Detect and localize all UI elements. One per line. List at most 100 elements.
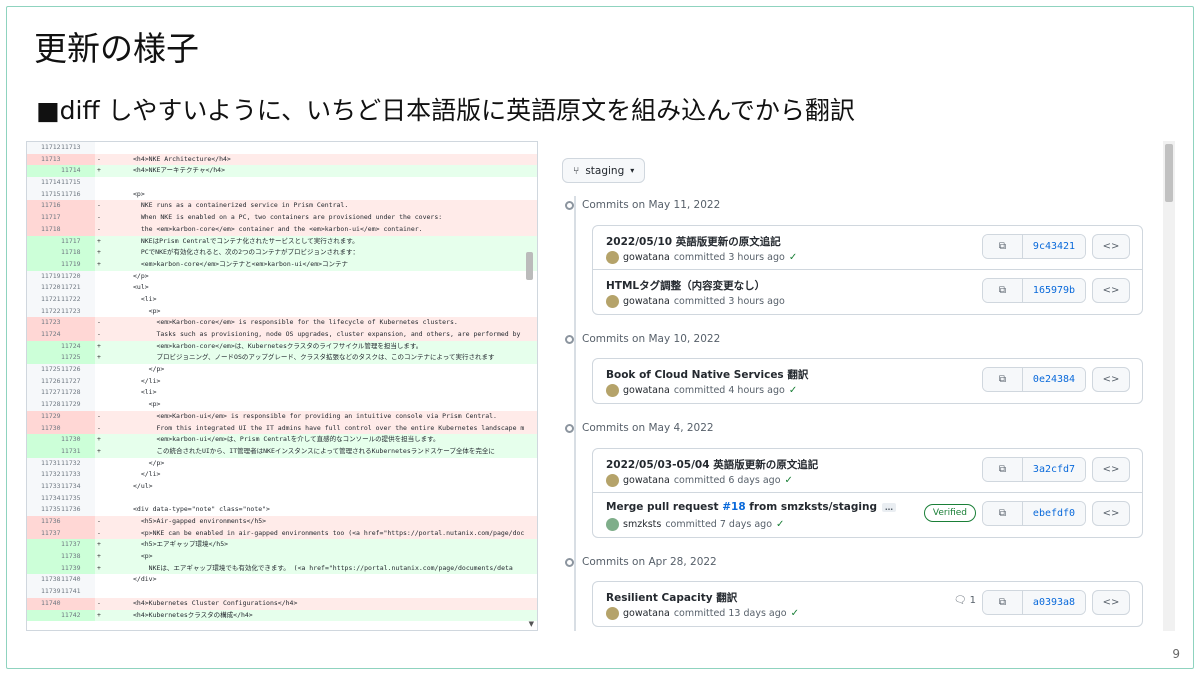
check-icon[interactable]: ✓ [791,608,799,619]
old-line-number: 11737 [27,527,61,540]
commit-item: 2022/05/10 英語版更新の原文追記 gowatana committed… [593,226,1142,270]
copy-sha-icon[interactable]: ⧉ [983,368,1023,391]
old-line-number: 11714 [27,177,61,189]
commit-sha-link[interactable]: 3a2cfd7 [1023,458,1085,481]
commit-actions: ⧉ 3a2cfd7 <> [982,457,1130,482]
old-line-number: 11722 [27,305,61,318]
commit-message[interactable]: 2022/05/10 英語版更新の原文追記 [606,234,781,249]
commit-meta: gowatana committed 4 hours ago ✓ [606,384,797,397]
commit-message[interactable]: Resilient Capacity 翻訳 [606,590,737,605]
avatar[interactable] [606,384,619,397]
diff-code: the <em>karbon-core</em> container and t… [133,224,423,233]
new-line-number [61,410,95,423]
diff-line: 11713 - <h4>NKE Architecture</h4> [27,153,537,166]
old-line-number: 11724 [27,329,61,341]
copy-sha-icon[interactable]: ⧉ [983,235,1023,258]
scrollbar-track[interactable] [1163,141,1175,631]
check-icon[interactable]: ✓ [776,519,784,530]
browse-files-icon[interactable]: <> [1092,367,1130,392]
commit-author[interactable]: gowatana [623,475,670,486]
commit-item: Resilient Capacity 翻訳 gowatana committed… [593,582,1142,626]
commit-group-heading: Commits on Apr 28, 2022 [565,556,717,568]
old-line-number: 11739 [27,586,61,598]
old-line-number: 11719 [27,270,61,283]
comment-count[interactable]: 🗨 1 [954,595,976,615]
avatar[interactable] [606,295,619,308]
browse-files-icon[interactable]: <> [1092,590,1130,615]
diff-code: <h4>Kubernetes Cluster Configurations</h… [133,598,298,607]
commit-sha-link[interactable]: 9c43421 [1023,235,1085,258]
commit-list: 2022/05/03-05/04 英語版更新の原文追記 gowatana com… [592,448,1143,538]
commit-sha-link[interactable]: 165979b [1023,279,1085,302]
check-icon[interactable]: ✓ [789,252,797,263]
commit-author[interactable]: smzksts [623,519,661,530]
commit-message[interactable]: HTMLタグ調整（内容変更なし） [606,278,765,293]
copy-sha-icon[interactable]: ⧉ [983,279,1023,302]
avatar[interactable] [606,474,619,487]
diff-code: When NKE is enabled on a PC, two contain… [133,213,443,222]
commit-dot-icon [565,423,574,433]
diff-code: <h4>NKEアーキテクチャ</h4> [133,166,226,175]
pull-request-link[interactable]: #18 [722,501,745,513]
commit-group-heading: Commits on May 4, 2022 [565,422,714,434]
diff-scrollbar-thumb[interactable] [526,252,533,280]
old-line-number [27,258,61,271]
browse-files-icon[interactable]: <> [1092,234,1130,259]
old-line-number [27,340,61,353]
diff-line: 11734 11735 [27,492,537,505]
sha-button-group: ⧉ a0393a8 [982,590,1086,615]
slide-bullet: ■diff しやすいように、いちど日本語版に英語原文を組み込んでから翻訳 [36,96,855,125]
commit-author[interactable]: gowatana [623,296,670,307]
expand-message-button[interactable]: … [881,502,896,512]
browse-files-icon[interactable]: <> [1092,457,1130,482]
commit-message[interactable]: Book of Cloud Native Services 翻訳 [606,367,808,382]
commit-list: Book of Cloud Native Services 翻訳 gowatan… [592,358,1143,404]
scroll-down-arrow-icon[interactable]: ▼ [529,620,534,628]
diff-sign: - [97,201,101,210]
copy-sha-icon[interactable]: ⧉ [983,458,1023,481]
commit-author[interactable]: gowatana [623,608,670,619]
diff-code: </p> [133,458,165,467]
check-icon[interactable]: ✓ [785,475,793,486]
browse-files-icon[interactable]: <> [1092,501,1130,526]
new-line-number: 11736 [61,504,95,516]
browse-files-icon[interactable]: <> [1092,278,1130,303]
copy-sha-icon[interactable]: ⧉ [983,502,1023,525]
commit-author[interactable]: gowatana [623,252,670,263]
avatar[interactable] [606,518,619,531]
verified-badge[interactable]: Verified [923,504,976,522]
diff-code: NKEはPrism Centralでコンテナ化されたサービスとして実行されます。 [133,236,359,245]
commit-sha-link[interactable]: ebefdf0 [1023,502,1085,525]
avatar[interactable] [606,607,619,620]
commit-author[interactable]: gowatana [623,385,670,396]
diff-sign: - [97,213,101,222]
commit-message[interactable]: Merge pull request #18 from smzksts/stag… [606,501,896,513]
diff-sign [95,142,109,154]
diff-sign: - [97,330,101,338]
diff-line: 11716 - NKE runs as a containerized servi… [27,200,537,213]
scrollbar-thumb[interactable] [1165,144,1173,202]
commit-time: committed 3 hours ago [673,252,785,263]
old-line-number [27,551,61,563]
diff-sign [95,364,109,376]
new-line-number [61,223,95,236]
old-line-number: 11721 [27,293,61,306]
commit-sha-link[interactable]: 0e24384 [1023,368,1085,391]
avatar[interactable] [606,251,619,264]
diff-sign: + [97,353,101,362]
commit-sha-link[interactable]: a0393a8 [1023,591,1085,614]
diff-code: <p> [133,306,161,315]
copy-sha-icon[interactable]: ⧉ [983,591,1023,614]
new-line-number: 11732 [61,457,95,470]
diff-sign [95,177,109,189]
sha-button-group: ⧉ 0e24384 [982,367,1086,392]
check-icon[interactable]: ✓ [789,385,797,396]
branch-select-button[interactable]: ⑂ staging ▾ [562,158,646,183]
diff-code: <p> [133,552,153,561]
commit-message[interactable]: 2022/05/03-05/04 英語版更新の原文追記 [606,457,818,472]
new-line-number [61,317,95,329]
old-line-number: 11723 [27,317,61,329]
diff-code: プロビジョニング、ノードOSのアップグレード、クラスタ拡張などのタスクは、このコ… [133,353,495,362]
commit-meta: gowatana committed 6 days ago ✓ [606,474,793,487]
diff-sign: + [97,446,101,455]
